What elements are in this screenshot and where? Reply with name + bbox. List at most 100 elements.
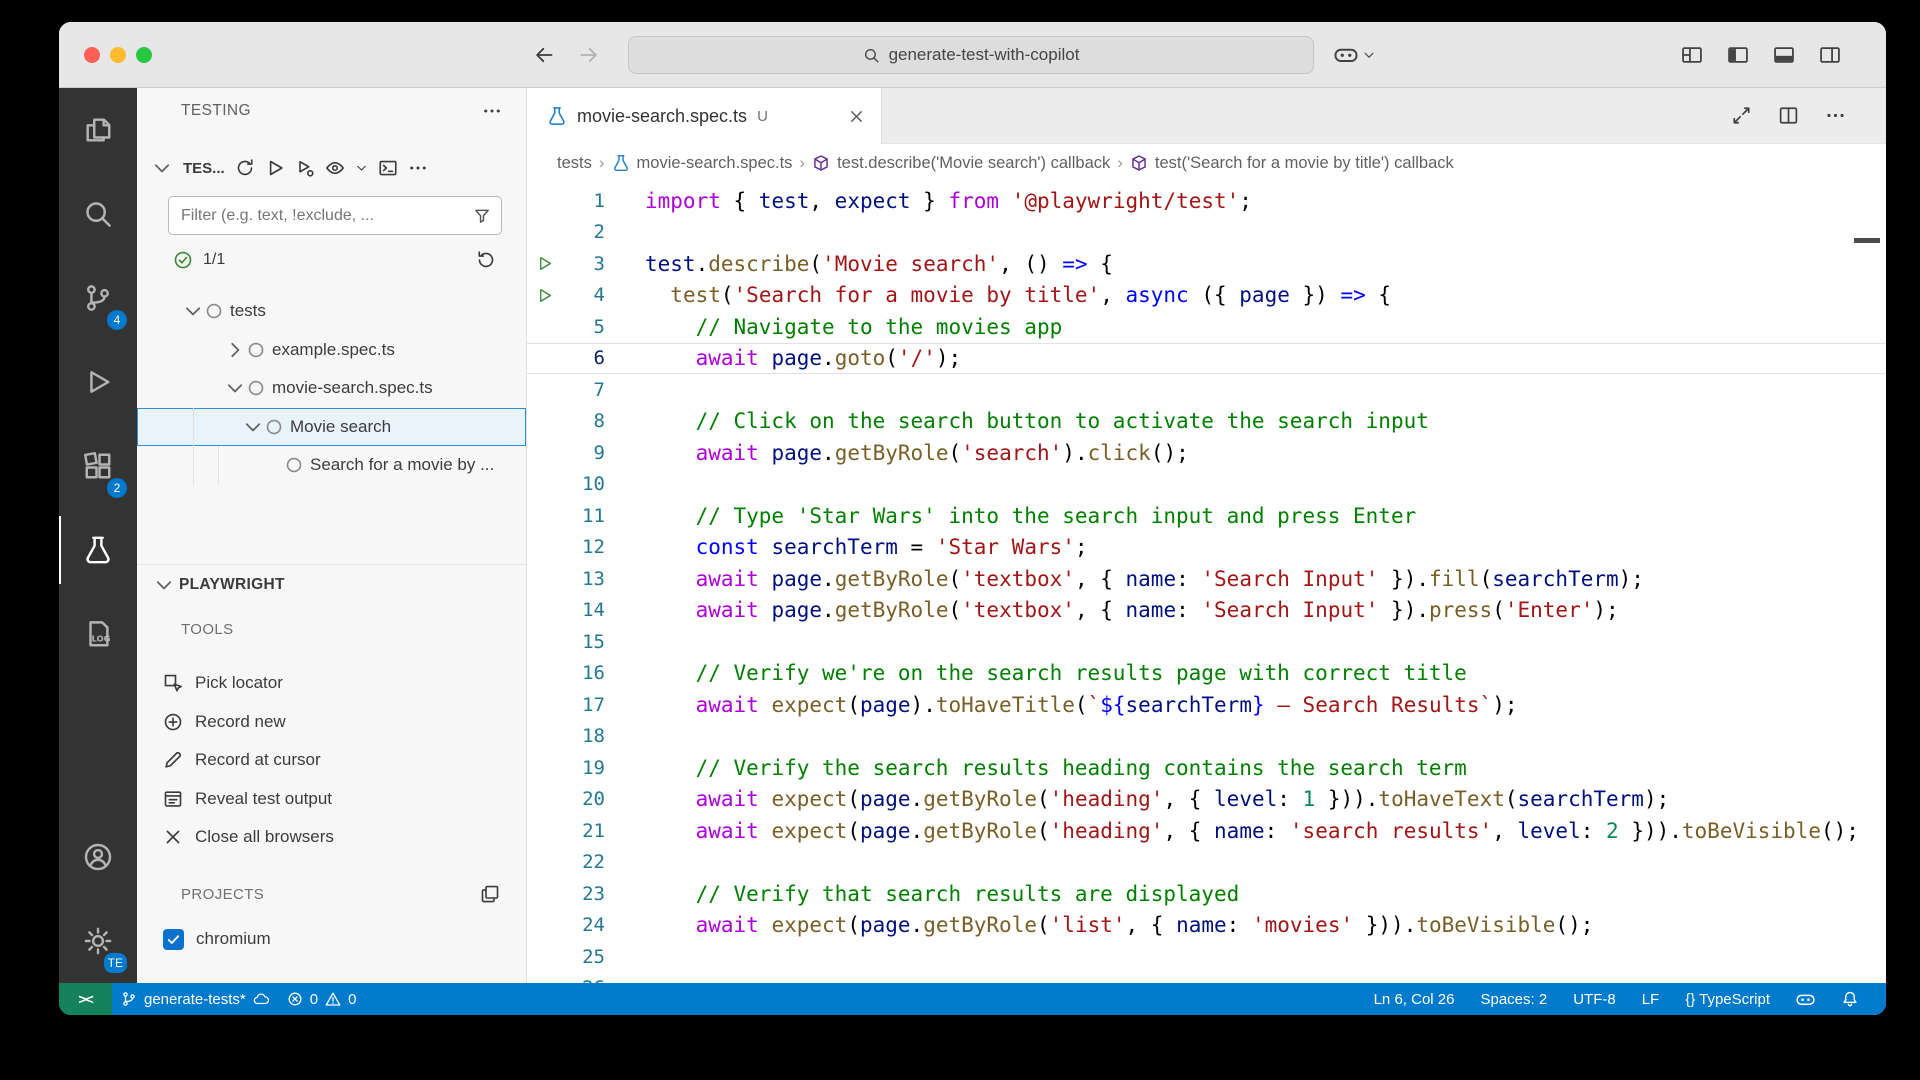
notifications[interactable] [1828, 983, 1872, 1015]
tree-item-tests[interactable]: tests [137, 292, 526, 331]
debug-tests-icon[interactable] [295, 158, 315, 178]
activity-accounts[interactable] [59, 815, 137, 899]
refresh-tests-icon[interactable] [235, 158, 255, 178]
encoding-indicator[interactable]: UTF-8 [1560, 983, 1629, 1015]
tool-reveal-test-output[interactable]: Reveal test output [137, 780, 526, 819]
chevron-down-icon[interactable] [1362, 48, 1376, 62]
run-test-icon[interactable] [527, 248, 561, 280]
open-changes-icon[interactable] [1731, 105, 1752, 126]
breadcrumb-item[interactable]: movie-search.spec.ts [612, 154, 793, 173]
toggle-secondary-sidebar-icon[interactable] [1819, 44, 1841, 66]
tree-item-movie-search-spec-ts[interactable]: movie-search.spec.ts [137, 369, 526, 408]
code-line[interactable]: 15 [527, 626, 1886, 658]
chevron-down-icon[interactable] [242, 416, 264, 438]
code-line[interactable]: 12 const searchTerm = 'Star Wars'; [527, 532, 1886, 564]
breadcrumb-item[interactable]: test.describe('Movie search') callback [812, 154, 1110, 173]
code-line[interactable]: 4 test('Search for a movie by title', as… [527, 280, 1886, 312]
code-line[interactable]: 19 // Verify the search results heading … [527, 752, 1886, 784]
split-editor-icon[interactable] [1778, 105, 1799, 126]
code-line[interactable]: 10 [527, 469, 1886, 501]
breadcrumb-item[interactable]: test('Search for a movie by title') call… [1130, 154, 1454, 173]
code-line[interactable]: 17 await expect(page).toHaveTitle(`${sea… [527, 689, 1886, 721]
tree-item-movie-search[interactable]: Movie search [137, 408, 526, 447]
terminal-icon[interactable] [378, 158, 398, 178]
more-actions-icon[interactable] [1825, 105, 1846, 126]
tool-close-all-browsers[interactable]: Close all browsers [137, 818, 526, 857]
show-output-eye-icon[interactable] [325, 158, 345, 178]
code-line[interactable]: 14 await page.getByRole('textbox', { nam… [527, 595, 1886, 627]
rerun-icon[interactable] [476, 250, 496, 270]
copilot-status[interactable] [1783, 983, 1828, 1015]
tab-movie-search-spec[interactable]: movie-search.spec.ts U [527, 88, 882, 144]
chevron-down-icon[interactable] [224, 377, 246, 399]
tree-item-search-for-a-movie-by[interactable]: Search for a movie by ... [137, 446, 526, 485]
code-line[interactable]: 23 // Verify that search results are dis… [527, 878, 1886, 910]
code-line[interactable]: 1import { test, expect } from '@playwrig… [527, 185, 1886, 217]
code-line[interactable]: 3test.describe('Movie search', () => { [527, 248, 1886, 280]
customize-layout-icon[interactable] [1681, 44, 1703, 66]
test-explorer-section-label[interactable]: TES... [183, 160, 225, 177]
code-line[interactable]: 25 [527, 941, 1886, 973]
activity-search[interactable] [59, 172, 137, 256]
tool-record-new[interactable]: Record new [137, 703, 526, 742]
more-actions-icon[interactable] [408, 158, 428, 178]
scrollbar-marker[interactable] [1854, 238, 1880, 243]
test-filter-input[interactable] [179, 206, 473, 226]
code-line[interactable]: 18 [527, 721, 1886, 753]
toggle-panel-icon[interactable] [1773, 44, 1795, 66]
code-line[interactable]: 11 // Type 'Star Wars' into the search i… [527, 500, 1886, 532]
run-test-icon[interactable] [527, 280, 561, 312]
code-line[interactable]: 21 await expect(page.getByRole('heading'… [527, 815, 1886, 847]
tree-item-example-spec-ts[interactable]: example.spec.ts [137, 331, 526, 370]
code-line[interactable]: 9 await page.getByRole('search').click()… [527, 437, 1886, 469]
chevron-down-icon[interactable] [355, 158, 368, 178]
language-indicator[interactable]: {} TypeScript [1672, 983, 1783, 1015]
code-line[interactable]: 26 [527, 973, 1886, 984]
code-line[interactable]: 6 await page.goto('/'); [527, 343, 1886, 375]
code-line[interactable]: 24 await expect(page.getByRole('list', {… [527, 910, 1886, 942]
project-chromium-row[interactable]: chromium [137, 919, 526, 959]
activity-source-control[interactable]: 4 [59, 256, 137, 340]
forward-icon[interactable] [578, 44, 600, 66]
toggle-primary-sidebar-icon[interactable] [1727, 44, 1749, 66]
tool-pick-locator[interactable]: Pick locator [137, 664, 526, 703]
activity-testing[interactable] [59, 508, 137, 592]
zoom-window-button[interactable] [136, 47, 152, 63]
filter-icon[interactable] [473, 207, 491, 225]
branch-indicator[interactable]: generate-tests* [112, 983, 278, 1015]
cursor-position[interactable]: Ln 6, Col 26 [1361, 983, 1468, 1015]
command-center[interactable]: generate-test-with-copilot [628, 36, 1314, 74]
tool-record-at-cursor[interactable]: Record at cursor [137, 741, 526, 780]
code-line[interactable]: 16 // Verify we're on the search results… [527, 658, 1886, 690]
copilot-icon[interactable] [1334, 43, 1358, 67]
breadcrumb-item[interactable]: tests [557, 154, 592, 173]
close-window-button[interactable] [84, 47, 100, 63]
code-line[interactable]: 8 // Click on the search button to activ… [527, 406, 1886, 438]
code-line[interactable]: 22 [527, 847, 1886, 879]
code-line[interactable]: 2 [527, 217, 1886, 249]
eol-indicator[interactable]: LF [1629, 983, 1673, 1015]
chromium-checkbox[interactable] [163, 929, 184, 950]
code-line[interactable]: 13 await page.getByRole('textbox', { nam… [527, 563, 1886, 595]
problems-indicator[interactable]: 0 0 [278, 983, 366, 1015]
activity-extensions[interactable]: 2 [59, 424, 137, 508]
code-editor[interactable]: 1import { test, expect } from '@playwrig… [527, 182, 1886, 983]
activity-run-debug[interactable] [59, 340, 137, 424]
code-line[interactable]: 5 // Navigate to the movies app [527, 311, 1886, 343]
activity-settings[interactable]: TE [59, 899, 137, 983]
run-all-tests-icon[interactable] [265, 158, 285, 178]
remote-indicator[interactable]: >< [59, 983, 112, 1015]
browser-windows-icon[interactable] [480, 884, 500, 904]
minimize-window-button[interactable] [110, 47, 126, 63]
chevron-right-icon[interactable] [224, 339, 246, 361]
back-icon[interactable] [533, 44, 555, 66]
chevron-down-icon[interactable] [151, 157, 173, 179]
activity-explorer[interactable] [59, 88, 137, 172]
chevron-down-icon[interactable] [182, 300, 204, 322]
code-line[interactable]: 20 await expect(page.getByRole('heading'… [527, 784, 1886, 816]
close-icon[interactable] [848, 108, 865, 125]
indentation-indicator[interactable]: Spaces: 2 [1467, 983, 1560, 1015]
playwright-section-header[interactable]: PLAYWRIGHT [137, 564, 526, 604]
activity-log-output[interactable]: LOG [59, 592, 137, 676]
more-actions-icon[interactable] [482, 101, 502, 121]
